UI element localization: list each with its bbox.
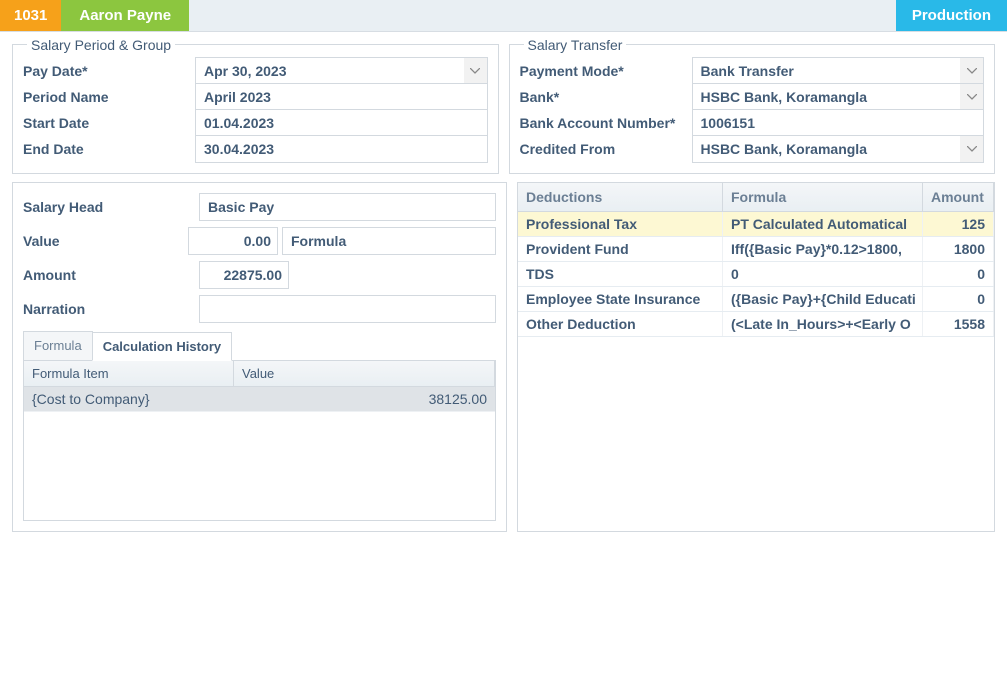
deduction-formula: 0 (723, 262, 923, 286)
deduction-name: Other Deduction (518, 312, 723, 336)
salary-period-legend: Salary Period & Group (27, 37, 175, 53)
start-date-label: Start Date (23, 115, 195, 131)
end-date-input[interactable] (195, 135, 488, 163)
calc-history-value: 38125.00 (234, 387, 495, 411)
pay-date-input[interactable]: Apr 30, 2023 (195, 57, 464, 85)
salary-transfer-legend: Salary Transfer (524, 37, 627, 53)
deduction-amount: 0 (923, 287, 994, 311)
account-number-label: Bank Account Number* (520, 115, 692, 131)
period-name-input[interactable] (195, 83, 488, 111)
deduction-name: TDS (518, 262, 723, 286)
deductions-header: Deductions Formula Amount (518, 183, 994, 212)
bank-select[interactable]: HSBC Bank, Koramangla (692, 83, 961, 111)
calc-history-header: Formula Item Value (24, 361, 495, 387)
deduction-formula: ({Basic Pay}+{Child Educati (723, 287, 923, 311)
deductions-col-name: Deductions (518, 183, 723, 211)
deduction-amount: 1800 (923, 237, 994, 261)
bank-dropdown-icon[interactable] (960, 83, 984, 111)
salary-head-input[interactable] (199, 193, 496, 221)
deduction-formula: PT Calculated Automatical (723, 212, 923, 236)
deduction-name: Provident Fund (518, 237, 723, 261)
amount-input[interactable] (199, 261, 289, 289)
calc-history-col-item: Formula Item (24, 361, 234, 386)
production-button[interactable]: Production (896, 0, 1007, 31)
deduction-formula: (<Late In_Hours>+<Early O (723, 312, 923, 336)
tab-calculation-history[interactable]: Calculation History (92, 332, 232, 361)
start-date-input[interactable] (195, 109, 488, 137)
salary-head-label: Salary Head (23, 199, 195, 215)
calculation-history-table: Formula Item Value {Cost to Company} 381… (23, 361, 496, 521)
calc-history-item: {Cost to Company} (24, 387, 234, 411)
spacer (189, 0, 896, 31)
formula-type-input[interactable] (282, 227, 496, 255)
chevron-down-icon (967, 68, 977, 74)
chevron-down-icon (470, 68, 480, 74)
employee-id-badge: 1031 (0, 0, 61, 31)
deduction-formula: Iff({Basic Pay}*0.12>1800, (723, 237, 923, 261)
calc-history-row[interactable]: {Cost to Company} 38125.00 (24, 387, 495, 412)
value-input[interactable] (188, 227, 278, 255)
deductions-col-formula: Formula (723, 183, 923, 211)
salary-transfer-panel: Salary Transfer Payment Mode* Bank Trans… (509, 44, 996, 174)
credited-from-label: Credited From (520, 141, 692, 157)
salary-period-group-panel: Salary Period & Group Pay Date* Apr 30, … (12, 44, 499, 174)
deduction-name: Professional Tax (518, 212, 723, 236)
period-name-label: Period Name (23, 89, 195, 105)
employee-name-badge: Aaron Payne (61, 0, 189, 31)
payment-mode-select[interactable]: Bank Transfer (692, 57, 961, 85)
deductions-row[interactable]: TDS 0 0 (518, 262, 994, 287)
end-date-label: End Date (23, 141, 195, 157)
payment-mode-label: Payment Mode* (520, 63, 692, 79)
credited-from-select[interactable]: HSBC Bank, Koramangla (692, 135, 961, 163)
chevron-down-icon (967, 94, 977, 100)
pay-date-dropdown-icon[interactable] (464, 57, 488, 85)
tab-formula[interactable]: Formula (23, 331, 93, 360)
salary-detail-panel: Salary Head Value Amount Narration Formu… (12, 182, 507, 532)
narration-label: Narration (23, 301, 195, 317)
narration-input[interactable] (199, 295, 496, 323)
payment-mode-dropdown-icon[interactable] (960, 57, 984, 85)
chevron-down-icon (967, 146, 977, 152)
deductions-panel: Deductions Formula Amount Professional T… (517, 182, 995, 532)
deduction-amount: 0 (923, 262, 994, 286)
deductions-table: Deductions Formula Amount Professional T… (518, 183, 994, 531)
deductions-row[interactable]: Provident Fund Iff({Basic Pay}*0.12>1800… (518, 237, 994, 262)
deductions-row[interactable]: Employee State Insurance ({Basic Pay}+{C… (518, 287, 994, 312)
bank-label: Bank* (520, 89, 692, 105)
credited-from-dropdown-icon[interactable] (960, 135, 984, 163)
header-bar: 1031 Aaron Payne Production (0, 0, 1007, 32)
calc-history-col-value: Value (234, 361, 495, 386)
deduction-name: Employee State Insurance (518, 287, 723, 311)
deduction-amount: 125 (923, 212, 994, 236)
deduction-amount: 1558 (923, 312, 994, 336)
detail-tabs: Formula Calculation History (23, 331, 496, 361)
amount-label: Amount (23, 267, 195, 283)
deductions-row[interactable]: Professional Tax PT Calculated Automatic… (518, 212, 994, 237)
value-label: Value (23, 233, 184, 249)
deductions-row[interactable]: Other Deduction (<Late In_Hours>+<Early … (518, 312, 994, 337)
account-number-input[interactable] (692, 109, 985, 137)
pay-date-label: Pay Date* (23, 63, 195, 79)
deductions-col-amount: Amount (923, 183, 994, 211)
